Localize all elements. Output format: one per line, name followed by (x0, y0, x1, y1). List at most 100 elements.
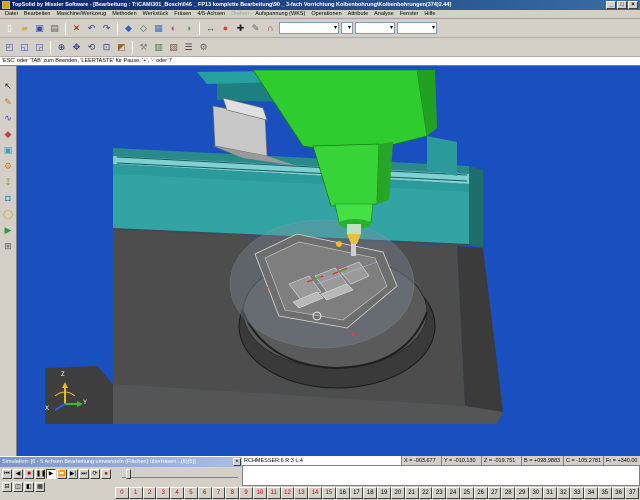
delete-button[interactable]: ✕ (70, 22, 83, 35)
menu-fenster[interactable]: Fenster (397, 10, 422, 19)
menu-werkstück[interactable]: Werkstück (140, 10, 172, 19)
step-key-3[interactable]: 3 (156, 487, 171, 499)
sim-button[interactable]: ▶ (2, 224, 15, 237)
step-key-27[interactable]: 27 (487, 487, 502, 499)
step-key-18[interactable]: 18 (363, 487, 378, 499)
play-button[interactable]: ▶ (46, 469, 56, 479)
param-button[interactable]: ⚙ (197, 41, 210, 54)
point-button[interactable]: ✚ (234, 22, 247, 35)
next-button[interactable]: ▶| (68, 469, 78, 479)
step-key-17[interactable]: 17 (349, 487, 364, 499)
fast-button[interactable]: ⏩ (57, 469, 67, 479)
section-button[interactable]: ◩ (115, 41, 128, 54)
step-key-5[interactable]: 5 (183, 487, 198, 499)
view-front-button[interactable]: ◱ (18, 41, 31, 54)
last-button[interactable]: ⏭ (79, 469, 89, 479)
step-key-14[interactable]: 14 (308, 487, 322, 499)
measure-button[interactable]: ↔ (204, 22, 217, 35)
minimize-button[interactable]: _ (606, 1, 616, 9)
mill-button[interactable]: ⚙ (2, 160, 15, 173)
record-button[interactable]: ● (101, 469, 111, 479)
step-key-25[interactable]: 25 (459, 487, 474, 499)
toolbar-combo-0[interactable] (279, 22, 339, 34)
wire-button[interactable]: ◇ (137, 22, 150, 35)
graphics-viewport[interactable]: Z Y X (17, 66, 640, 456)
menu-fräsen[interactable]: Fräsen (171, 10, 194, 19)
fit-button[interactable]: ⊡ (100, 41, 113, 54)
redo-button[interactable]: ↷ (100, 22, 113, 35)
magnet-button[interactable]: ∩ (264, 22, 277, 35)
menu-attribute[interactable]: Attribute (345, 10, 371, 19)
step-key-0[interactable]: 0 (115, 487, 129, 499)
step-key-2[interactable]: 2 (142, 487, 157, 499)
slider-thumb[interactable] (126, 469, 131, 479)
solid-button[interactable]: ▣ (2, 144, 15, 157)
stock-button[interactable]: ▧ (167, 41, 180, 54)
step-key-7[interactable]: 7 (211, 487, 226, 499)
color-button[interactable]: ● (219, 22, 232, 35)
step-key-10[interactable]: 10 (252, 487, 267, 499)
measure-left-button[interactable]: ⊞ (2, 240, 15, 253)
print-button[interactable]: ▤ (48, 22, 61, 35)
step-key-31[interactable]: 31 (542, 487, 557, 499)
open-folder-button[interactable]: ▰ (18, 22, 31, 35)
save-button[interactable]: ▣ (33, 22, 46, 35)
rotate-button[interactable]: ⟲ (85, 41, 98, 54)
maximize-button[interactable]: □ (617, 1, 627, 9)
contour-button[interactable]: ◯ (2, 208, 15, 221)
step-key-1[interactable]: 1 (128, 487, 143, 499)
step-key-33[interactable]: 33 (570, 487, 585, 499)
option-b-button[interactable]: ◫ (13, 482, 23, 492)
step-key-29[interactable]: 29 (515, 487, 529, 499)
app-logo-icon[interactable] (2, 1, 10, 9)
menu-methoden[interactable]: Methoden (109, 10, 139, 19)
menu-4-5-achsen[interactable]: 4/5-Achsen (194, 10, 228, 19)
close-button[interactable]: × (628, 1, 638, 9)
step-key-36[interactable]: 36 (611, 487, 626, 499)
list-button[interactable]: ☰ (182, 41, 195, 54)
shade-button[interactable]: ◑ (182, 22, 195, 35)
select-arrow-button[interactable]: ↖ (2, 80, 15, 93)
view-iso-button[interactable]: ◰ (3, 41, 16, 54)
toolbar-combo-1[interactable] (341, 22, 353, 34)
pencil-button[interactable]: ✎ (2, 96, 15, 109)
undo-button[interactable]: ↶ (85, 22, 98, 35)
step-key-4[interactable]: 4 (170, 487, 184, 499)
step-key-32[interactable]: 32 (556, 487, 571, 499)
loop-button[interactable]: ⟳ (90, 469, 100, 479)
toolbar-combo-2[interactable] (355, 22, 395, 34)
drill-button[interactable]: ↧ (2, 176, 15, 189)
pan-button[interactable]: ✥ (70, 41, 83, 54)
step-key-19[interactable]: 19 (377, 487, 391, 499)
curve-button[interactable]: ∿ (2, 112, 15, 125)
render-button[interactable]: ◆ (122, 22, 135, 35)
stop-button[interactable]: ■ (24, 469, 34, 479)
option-c-button[interactable]: ◧ (24, 482, 34, 492)
step-key-13[interactable]: 13 (294, 487, 309, 499)
hide-button[interactable]: ◐ (167, 22, 180, 35)
menu-maschine-werkzeug[interactable]: Maschine/Werkzeug (53, 10, 109, 19)
menu-operationen[interactable]: Operationen (308, 10, 344, 19)
step-key-11[interactable]: 11 (266, 487, 281, 499)
pen-button[interactable]: ✎ (249, 22, 262, 35)
menu-datei[interactable]: Datei (2, 10, 21, 19)
menu-bearbeiten[interactable]: Bearbeiten (21, 10, 54, 19)
machine-button[interactable]: ▥ (152, 41, 165, 54)
step-key-37[interactable]: 37 (625, 487, 640, 499)
step-key-9[interactable]: 9 (239, 487, 253, 499)
zoom-button[interactable]: ⊕ (55, 41, 68, 54)
view-top-button[interactable]: ◲ (33, 41, 46, 54)
command-area[interactable] (242, 466, 640, 486)
prev-button[interactable]: ◀ (13, 469, 23, 479)
menu-analyse[interactable]: Analyse (371, 10, 397, 19)
simulation-close-button[interactable]: × (233, 458, 241, 466)
toolbar-combo-3[interactable] (397, 22, 437, 34)
menu-aufspannung-wks-[interactable]: Aufspannung (WKS) (252, 10, 308, 19)
step-key-12[interactable]: 12 (280, 487, 295, 499)
layer-button[interactable]: ▦ (152, 22, 165, 35)
simulation-speed-slider[interactable] (122, 469, 238, 479)
menu-drehen[interactable]: Drehen (228, 10, 252, 19)
step-key-26[interactable]: 26 (473, 487, 488, 499)
step-key-22[interactable]: 22 (418, 487, 433, 499)
pause-button[interactable]: ❚❚ (35, 469, 46, 479)
